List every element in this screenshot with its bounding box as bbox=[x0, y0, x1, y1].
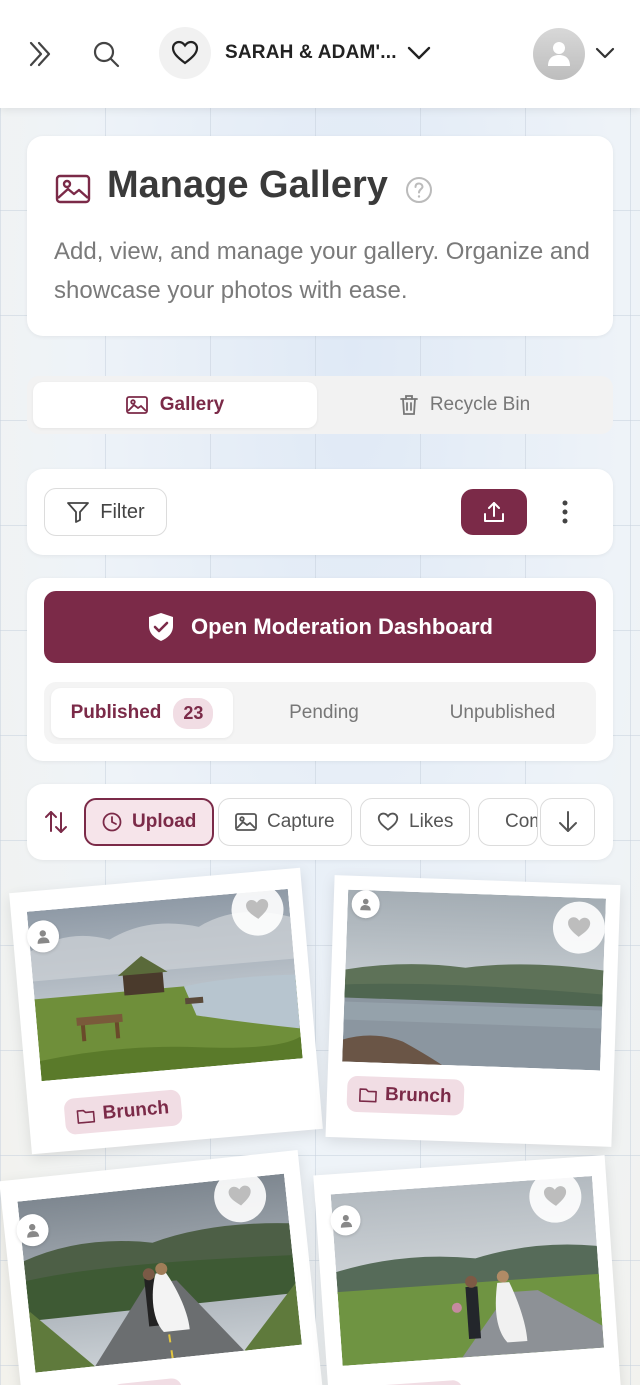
folder-icon bbox=[76, 1109, 96, 1124]
folder-icon bbox=[358, 1088, 377, 1103]
photo-card[interactable] bbox=[0, 1150, 325, 1385]
moderation-button-label: Open Moderation Dashboard bbox=[191, 614, 493, 639]
help-icon[interactable] bbox=[405, 176, 433, 204]
photo-card[interactable] bbox=[313, 1155, 623, 1385]
tab-unpublished[interactable]: Unpublished bbox=[415, 688, 590, 738]
status-tabs: Published 23 Pending Unpublished bbox=[44, 682, 596, 744]
image-icon bbox=[235, 813, 257, 831]
trash-icon bbox=[399, 395, 418, 415]
more-vertical-icon[interactable] bbox=[553, 495, 577, 529]
image-icon bbox=[125, 396, 148, 414]
arrow-down-icon bbox=[558, 811, 577, 832]
chevron-down-icon[interactable] bbox=[590, 38, 620, 68]
sort-comments-chip[interactable]: Comments bbox=[478, 798, 538, 846]
album-tag-label: Brunch bbox=[384, 1083, 452, 1108]
heart-icon bbox=[228, 1185, 251, 1206]
tab-recycle-bin[interactable]: Recycle Bin bbox=[323, 382, 607, 428]
heart-icon bbox=[543, 1186, 567, 1206]
heart-icon bbox=[246, 899, 269, 919]
tab-published-label: Published bbox=[70, 702, 162, 723]
album-tag[interactable]: Brunch bbox=[346, 1075, 465, 1116]
image-icon bbox=[55, 174, 91, 204]
avatar[interactable] bbox=[533, 28, 585, 80]
gallery-tabs: Gallery Recycle Bin bbox=[27, 376, 613, 434]
filter-label: Filter bbox=[100, 500, 145, 523]
album-tag-label: Brunch bbox=[101, 1097, 170, 1124]
tab-gallery[interactable]: Gallery bbox=[33, 382, 317, 428]
heart-icon bbox=[171, 40, 199, 65]
album-tag[interactable] bbox=[111, 1377, 185, 1385]
tab-gallery-label: Gallery bbox=[159, 394, 225, 415]
avatar-icon bbox=[548, 42, 570, 66]
expand-icon[interactable] bbox=[22, 36, 58, 72]
upload-button[interactable] bbox=[461, 489, 527, 535]
sort-comments-label: Comments bbox=[505, 811, 537, 832]
heart-icon bbox=[377, 812, 399, 831]
sort-upload-chip[interactable]: Upload bbox=[84, 798, 215, 846]
sort-likes-chip[interactable]: Likes bbox=[360, 798, 471, 846]
filter-icon bbox=[67, 502, 90, 523]
page-title: Manage Gallery bbox=[107, 164, 388, 206]
sort-upload-label: Upload bbox=[132, 811, 197, 832]
published-count-badge: 23 bbox=[173, 697, 214, 729]
header-card: Manage Gallery Add, view, and manage you… bbox=[27, 136, 613, 336]
sort-capture-label: Capture bbox=[267, 811, 335, 832]
tab-unpublished-label: Unpublished bbox=[449, 702, 556, 723]
page-description: Add, view, and manage your gallery. Orga… bbox=[54, 238, 590, 304]
upload-icon bbox=[484, 502, 504, 522]
toolbar-card: Filter bbox=[27, 469, 613, 555]
open-moderation-dashboard-button[interactable]: Open Moderation Dashboard bbox=[44, 591, 596, 663]
filter-button[interactable]: Filter bbox=[44, 488, 167, 536]
sort-direction-button[interactable] bbox=[540, 798, 595, 846]
chevron-down-icon[interactable] bbox=[402, 36, 436, 70]
search-icon[interactable] bbox=[88, 36, 124, 72]
sort-capture-chip[interactable]: Capture bbox=[218, 798, 352, 846]
album-tag[interactable] bbox=[372, 1379, 465, 1385]
shield-check-icon bbox=[149, 613, 174, 641]
moderation-card: Open Moderation Dashboard Published 23 P… bbox=[27, 578, 613, 761]
sort-icon[interactable] bbox=[43, 809, 69, 835]
tab-pending-label: Pending bbox=[289, 702, 359, 723]
photo-card[interactable]: Brunch bbox=[9, 867, 323, 1155]
event-heart-button[interactable] bbox=[159, 27, 211, 79]
clock-icon bbox=[102, 812, 122, 832]
sort-likes-label: Likes bbox=[409, 811, 454, 832]
top-bar: SARAH & ADAM'... bbox=[0, 0, 640, 108]
heart-icon bbox=[568, 917, 591, 937]
event-name[interactable]: SARAH & ADAM'... bbox=[225, 42, 397, 64]
tab-pending[interactable]: Pending bbox=[239, 688, 409, 738]
photo-card[interactable]: Brunch bbox=[325, 875, 621, 1147]
tab-published[interactable]: Published 23 bbox=[51, 688, 233, 738]
album-tag[interactable]: Brunch bbox=[63, 1089, 183, 1136]
sort-bar: Upload Capture Likes Comments bbox=[27, 784, 613, 860]
tab-recycle-bin-label: Recycle Bin bbox=[429, 394, 531, 415]
